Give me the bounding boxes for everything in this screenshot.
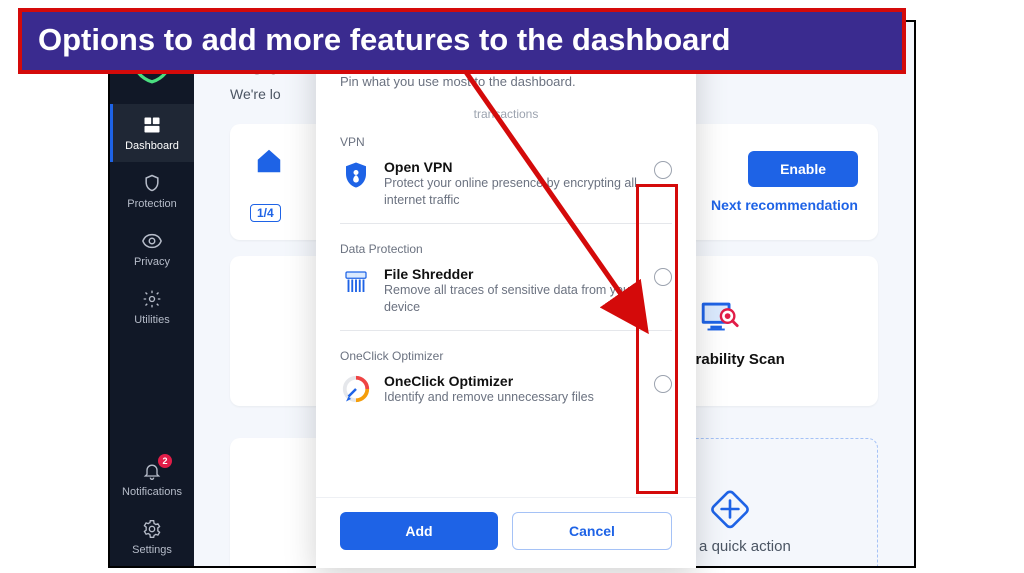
eye-icon xyxy=(141,230,163,252)
sidebar-item-utilities[interactable]: Utilities xyxy=(110,278,194,336)
sidebar-item-label: Protection xyxy=(127,198,177,210)
option-radio-vpn[interactable] xyxy=(654,161,672,179)
truncated-prev-item: transactions xyxy=(340,103,672,129)
shield-icon xyxy=(141,172,163,194)
sidebar-item-label: Notifications xyxy=(122,486,182,498)
monitor-search-icon xyxy=(696,295,744,343)
vpn-shield-icon xyxy=(340,159,372,191)
option-title: Open VPN xyxy=(384,159,642,175)
gear-icon xyxy=(141,288,163,310)
dashboard-icon xyxy=(141,114,163,136)
annotation-banner: Options to add more features to the dash… xyxy=(18,8,906,74)
plus-diamond-icon xyxy=(709,488,751,530)
next-recommendation-link[interactable]: Next recommendation xyxy=(711,197,858,213)
option-file-shredder[interactable]: File Shredder Remove all traces of sensi… xyxy=(340,264,672,330)
sidebar-item-label: Settings xyxy=(132,544,172,556)
cancel-button[interactable]: Cancel xyxy=(512,512,672,550)
option-desc: Protect your online presence by encrypti… xyxy=(384,175,642,209)
option-radio-optimizer[interactable] xyxy=(654,375,672,393)
recommendation-left: 1/4 xyxy=(250,142,288,222)
sidebar-item-protection[interactable]: Protection xyxy=(110,162,194,220)
option-title: OneClick Optimizer xyxy=(384,373,642,389)
quick-actions-modal: Quick actions Pin what you use most to t… xyxy=(316,26,696,568)
sidebar-item-label: Dashboard xyxy=(125,140,179,152)
option-title: File Shredder xyxy=(384,266,642,282)
add-button[interactable]: Add xyxy=(340,512,498,550)
sidebar-item-privacy[interactable]: Privacy xyxy=(110,220,194,278)
option-desc: Identify and remove unnecessary files xyxy=(384,389,642,406)
house-icon xyxy=(250,142,288,180)
optimizer-icon xyxy=(340,373,372,405)
sidebar-item-notifications[interactable]: 2 Notifications xyxy=(110,450,194,508)
option-radio-shredder[interactable] xyxy=(654,268,672,286)
modal-scroll-area[interactable]: transactions VPN Open VPN Protect your o… xyxy=(316,97,696,497)
gear-icon xyxy=(141,518,163,540)
option-open-vpn[interactable]: Open VPN Protect your online presence by… xyxy=(340,157,672,223)
option-oneclick-optimizer[interactable]: OneClick Optimizer Identify and remove u… xyxy=(340,371,672,420)
sidebar: Dashboard Protection Privacy Utilities xyxy=(110,22,194,566)
section-heading-data-protection: Data Protection xyxy=(340,223,672,264)
sidebar-item-label: Utilities xyxy=(134,314,169,326)
modal-subtitle: Pin what you use most to the dashboard. xyxy=(340,74,672,89)
sidebar-item-settings[interactable]: Settings xyxy=(110,508,194,566)
notification-badge: 2 xyxy=(158,454,172,468)
option-desc: Remove all traces of sensitive data from… xyxy=(384,282,642,316)
shredder-icon xyxy=(340,266,372,298)
enable-button[interactable]: Enable xyxy=(748,151,858,187)
section-heading-optimizer: OneClick Optimizer xyxy=(340,330,672,371)
sidebar-item-label: Privacy xyxy=(134,256,170,268)
sidebar-item-dashboard[interactable]: Dashboard xyxy=(110,104,194,162)
section-heading-vpn: VPN xyxy=(340,129,672,157)
recommendation-counter: 1/4 xyxy=(250,204,281,222)
